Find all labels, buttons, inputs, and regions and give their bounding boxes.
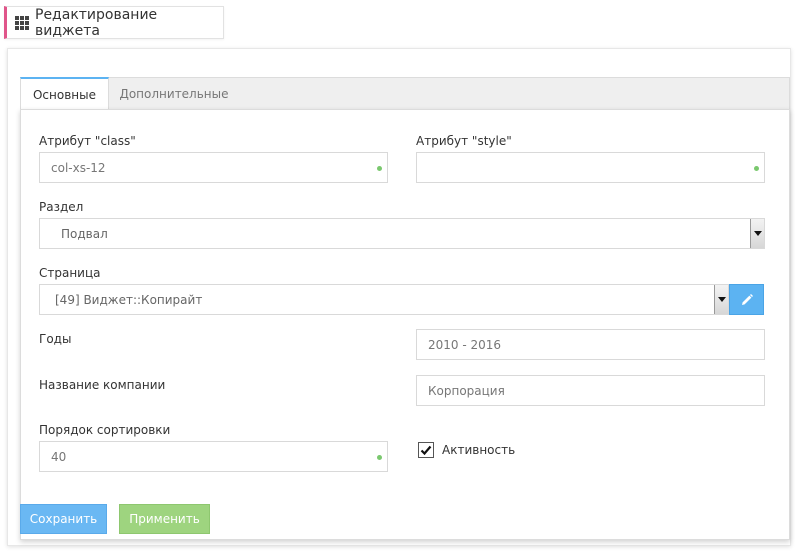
section-label: Раздел: [39, 200, 84, 214]
page-header: Редактирование виджета: [4, 6, 224, 39]
section-select[interactable]: Подвал: [39, 218, 765, 249]
sort-order-value: 40: [51, 449, 67, 464]
years-input[interactable]: 2010 - 2016: [416, 329, 765, 360]
page-select[interactable]: [49] Виджет::Копирайт: [39, 284, 729, 315]
chevron-down-icon[interactable]: [714, 285, 728, 314]
years-value: 2010 - 2016: [428, 337, 502, 352]
valid-indicator-icon: [377, 455, 382, 460]
valid-indicator-icon: [754, 166, 759, 171]
sort-order-label: Порядок сортировки: [39, 423, 171, 437]
sort-order-input[interactable]: 40: [39, 441, 388, 472]
valid-indicator-icon: [377, 166, 382, 171]
class-attr-value: col-xs-12: [51, 160, 106, 175]
tab-content: Атрибут "class" col-xs-12 Атрибут "style…: [20, 109, 790, 540]
class-attr-label: Атрибут "class": [39, 134, 136, 148]
checkmark-icon: [420, 445, 432, 456]
class-attr-input[interactable]: col-xs-12: [39, 152, 388, 183]
style-attr-label: Атрибут "style": [416, 134, 512, 148]
pencil-icon: [741, 293, 753, 305]
tab-additional[interactable]: Дополнительные: [109, 77, 239, 110]
page-value: [49] Виджет::Копирайт: [55, 292, 203, 307]
page-label: Страница: [39, 266, 101, 280]
save-button[interactable]: Сохранить: [20, 504, 107, 534]
chevron-down-icon[interactable]: [750, 219, 764, 248]
years-label: Годы: [39, 332, 72, 346]
grid-icon: [15, 15, 29, 30]
section-value: Подвал: [61, 226, 108, 241]
edit-page-button[interactable]: [729, 284, 764, 315]
company-value: Корпорация: [428, 383, 505, 398]
apply-button[interactable]: Применить: [119, 504, 210, 534]
active-label: Активность: [442, 443, 516, 457]
page-title: Редактирование виджета: [35, 6, 158, 39]
company-label: Название компании: [39, 378, 166, 392]
company-input[interactable]: Корпорация: [416, 375, 765, 406]
active-checkbox[interactable]: [418, 442, 434, 458]
tabs-bar: Основные Дополнительные: [20, 77, 790, 110]
style-attr-input[interactable]: [416, 152, 765, 183]
tab-main[interactable]: Основные: [20, 77, 109, 110]
widget-edit-panel: Основные Дополнительные Атрибут "class" …: [7, 48, 791, 546]
